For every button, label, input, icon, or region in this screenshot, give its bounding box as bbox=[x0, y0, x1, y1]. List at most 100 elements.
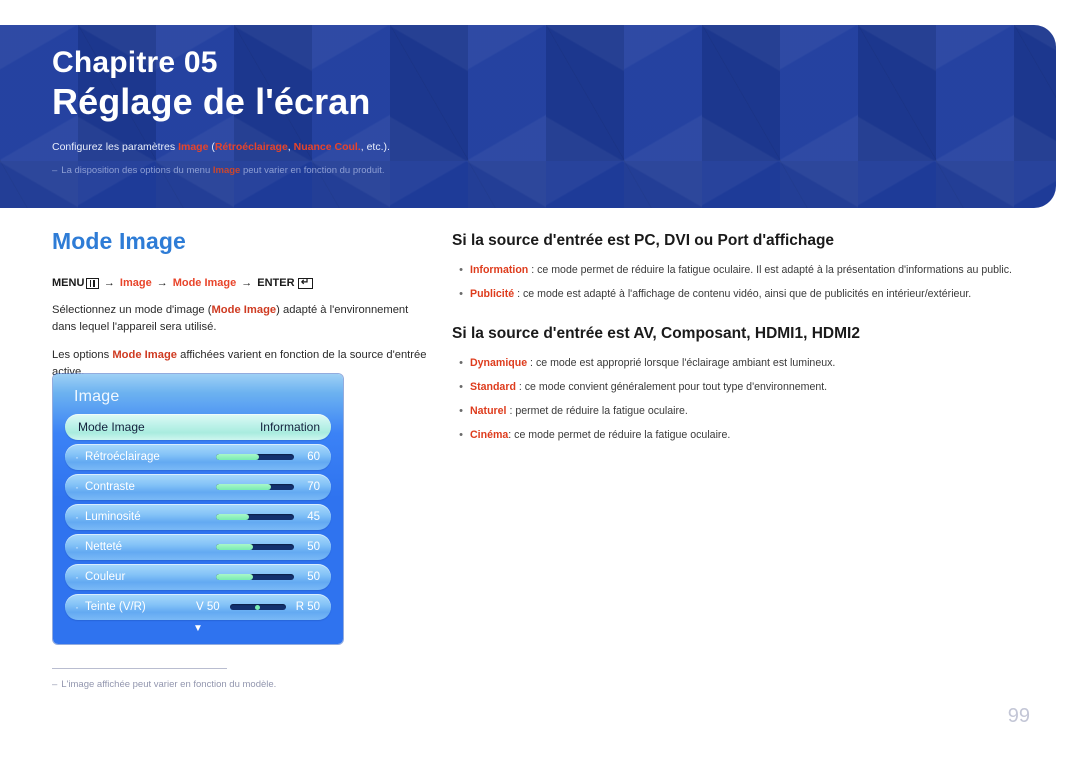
footnote-divider bbox=[52, 668, 227, 669]
bullet-marker-icon: • bbox=[459, 356, 463, 369]
osd-slider-fill bbox=[216, 574, 254, 580]
footnote-block: ‒ L'image affichée peut varier en fonctio… bbox=[52, 668, 452, 692]
osd-row-list: Mode Image Information · Rétroéclairage 60 · C… bbox=[65, 414, 331, 620]
bullet-item: • Dynamique : ce mode est approprié lorsq… bbox=[452, 356, 1032, 372]
osd-scroll-down-icon[interactable]: ▼ bbox=[65, 624, 331, 634]
enter-return-icon: ↵ bbox=[297, 276, 313, 289]
bullet-term: Information bbox=[470, 264, 529, 276]
path-arrow-2: → bbox=[156, 277, 168, 289]
bullet-text: Dynamique : ce mode est approprié lorsqu… bbox=[470, 356, 1032, 372]
osd-row-value: 50 bbox=[307, 571, 320, 583]
banner-subtitle-highlight-nuance: Nuance Coul. bbox=[293, 140, 361, 153]
osd-row-value: 45 bbox=[307, 511, 320, 523]
osd-row-label: Luminosité bbox=[85, 511, 141, 523]
osd-slider-fill bbox=[216, 514, 249, 520]
menu-button-label: MENU bbox=[52, 277, 85, 289]
right-column: Si la source d'entrée est PC, DVI ou Por… bbox=[452, 232, 1032, 452]
osd-row-label: Teinte (V/R) bbox=[85, 601, 146, 613]
osd-row-nettet[interactable]: · Netteté 50 bbox=[65, 534, 331, 560]
bullet-item: • Standard : ce mode convient généralemen… bbox=[452, 380, 1032, 396]
page-number: 99 bbox=[1007, 705, 1030, 727]
osd-row-bullet-icon: · bbox=[75, 540, 79, 554]
heading-source-av-hdmi: Si la source d'entrée est AV, Composant,… bbox=[452, 324, 860, 342]
osd-row-couleur[interactable]: · Couleur 50 bbox=[65, 564, 331, 590]
osd-row-value: Information bbox=[259, 420, 320, 434]
bullet-item: • Information : ce mode permet de réduire… bbox=[452, 263, 1032, 279]
path-item-image: Image bbox=[119, 277, 152, 289]
paragraph-1-part-a: Sélectionnez un mode d'image ( bbox=[52, 304, 212, 316]
bullet-term: Publicité bbox=[470, 287, 515, 300]
menu-bars-icon bbox=[85, 277, 99, 289]
bullet-term: Naturel bbox=[470, 404, 507, 417]
osd-row-mode-image[interactable]: Mode Image Information bbox=[65, 414, 331, 440]
osd-row-bullet-icon: · bbox=[75, 450, 79, 464]
osd-slider-track[interactable] bbox=[216, 514, 294, 520]
bullet-text: Naturel : permet de réduire la fatigue o… bbox=[470, 404, 1032, 420]
osd-row-luminosit[interactable]: · Luminosité 45 bbox=[65, 504, 331, 530]
footnote-body: L'image affichée peut varier en fonction… bbox=[61, 679, 277, 690]
bullet-list-av-hdmi: • Dynamique : ce mode est approprié lorsq… bbox=[452, 356, 1032, 444]
bullet-text: Cinéma: ce mode permet de réduire la fat… bbox=[470, 428, 1032, 444]
bullet-item: • Naturel : permet de réduire la fatigue … bbox=[452, 404, 1032, 420]
osd-row-bullet-icon: · bbox=[75, 570, 79, 584]
osd-row-label: Contraste bbox=[85, 481, 135, 493]
bullet-text: Publicité : ce mode est adapté à l'affic… bbox=[470, 287, 1032, 303]
bullet-description: : ce mode convient généralement pour tou… bbox=[515, 380, 828, 393]
osd-row-label: Netteté bbox=[85, 541, 123, 553]
chapter-title: Réglage de l'écran bbox=[52, 80, 371, 122]
path-item-mode-image: Mode Image bbox=[172, 277, 237, 289]
bullet-description: : ce mode permet de réduire la fatigue o… bbox=[528, 264, 1012, 276]
osd-slider-track[interactable] bbox=[216, 574, 294, 580]
osd-tint-left-value: V 50 bbox=[196, 601, 220, 613]
banner-content: Chapitre 05 Réglage de l'écran Configure… bbox=[52, 47, 1026, 179]
banner-subtitle-suffix: , etc.). bbox=[360, 140, 390, 153]
enter-return-glyph: ↵ bbox=[300, 276, 310, 288]
path-arrow-3: → bbox=[241, 277, 253, 289]
osd-slider-fill bbox=[216, 484, 271, 490]
paragraph-2-term: Mode Image bbox=[112, 349, 177, 362]
bullet-description: : ce mode est adapté à l'affichage de co… bbox=[514, 287, 972, 300]
osd-slider-track[interactable] bbox=[216, 544, 294, 550]
osd-slider-track[interactable] bbox=[216, 454, 294, 460]
bullet-list-pc-dvi: • Information : ce mode permet de réduire… bbox=[452, 263, 1032, 303]
osd-row-r-tro-clairage[interactable]: · Rétroéclairage 60 bbox=[65, 444, 331, 470]
osd-row-bullet-icon: · bbox=[75, 510, 79, 524]
footnote-dash: ‒ bbox=[52, 679, 58, 690]
banner-note: ‒ La disposition des options du menu Imag… bbox=[52, 164, 1026, 178]
osd-row-contraste[interactable]: · Contraste 70 bbox=[65, 474, 331, 500]
paragraph-1-term: Mode Image bbox=[211, 304, 277, 316]
bullet-description: : ce mode permet de réduire la fatigue o… bbox=[508, 428, 731, 441]
banner-note-dash: ‒ bbox=[52, 165, 58, 177]
left-column: Mode Image MENU → Image → Mode Image → E… bbox=[52, 228, 434, 392]
bullet-marker-icon: • bbox=[459, 380, 463, 393]
osd-row-bullet-icon: · bbox=[75, 600, 79, 614]
chapter-number: Chapitre 05 bbox=[52, 46, 218, 79]
osd-row-value: 60 bbox=[307, 451, 320, 463]
paragraph-select-mode: Sélectionnez un mode d'image (Mode Image… bbox=[52, 302, 434, 336]
osd-slider-fill bbox=[216, 454, 259, 460]
menu-navigation-path: MENU → Image → Mode Image → ENTER ↵ bbox=[52, 277, 434, 289]
osd-tint-slider-track[interactable] bbox=[229, 604, 286, 610]
osd-row-value: 50 bbox=[307, 541, 320, 553]
section-heading-mode-image: Mode Image bbox=[52, 228, 186, 254]
bullet-text: Information : ce mode permet de réduire … bbox=[470, 263, 1032, 279]
path-arrow-1: → bbox=[103, 277, 115, 289]
osd-row-label: Rétroéclairage bbox=[85, 451, 160, 463]
banner-subtitle-highlight-retro: Rétroéclairage bbox=[214, 140, 288, 153]
bullet-item: • Publicité : ce mode est adapté à l'affi… bbox=[452, 287, 1032, 303]
banner-subtitle-prefix: Configurez les paramètres bbox=[52, 140, 179, 153]
osd-slider-track[interactable] bbox=[216, 484, 294, 490]
enter-button-label: ENTER bbox=[257, 277, 295, 289]
osd-tint-slider-thumb bbox=[255, 604, 261, 610]
chapter-banner: Chapitre 05 Réglage de l'écran Configure… bbox=[0, 25, 1056, 208]
osd-row-label: Mode Image bbox=[78, 420, 145, 434]
bullet-term: Standard bbox=[470, 380, 516, 393]
paragraph-2-part-a: Les options bbox=[52, 349, 113, 362]
banner-note-highlight: Image bbox=[212, 165, 241, 177]
osd-tint-right-value: R 50 bbox=[295, 601, 320, 613]
osd-row-value: 70 bbox=[307, 481, 320, 493]
heading-source-pc-dvi: Si la source d'entrée est PC, DVI ou Por… bbox=[452, 232, 835, 249]
bullet-term: Dynamique bbox=[470, 356, 528, 369]
bullet-item: • Cinéma: ce mode permet de réduire la fa… bbox=[452, 428, 1032, 444]
osd-row-teinte-v-r[interactable]: · Teinte (V/R) V 50 R 50 bbox=[65, 594, 331, 620]
